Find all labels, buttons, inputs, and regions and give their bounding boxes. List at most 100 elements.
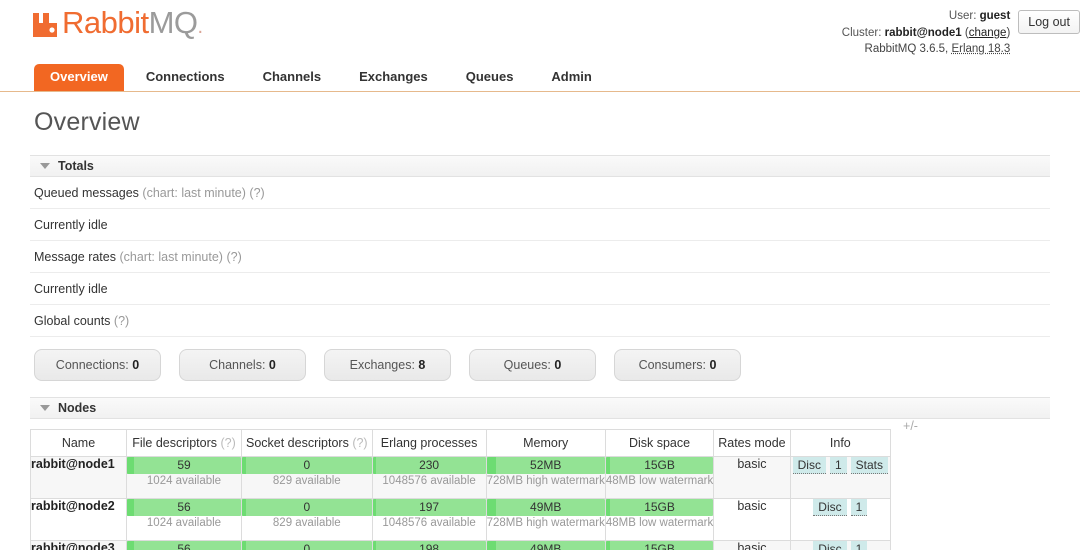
app-header: RabbitMQ. User: guest Cluster: rabbit@no… xyxy=(0,0,1080,62)
cell-file-descriptors: 56 1024 available xyxy=(126,498,242,541)
count-channels-value: 0 xyxy=(268,358,276,372)
tab-exchanges[interactable]: Exchanges xyxy=(343,64,444,91)
cluster-label: Cluster: xyxy=(841,26,882,39)
col-info-label: Info xyxy=(829,436,851,450)
logo-text-dot: . xyxy=(197,16,204,38)
info-badge-disc[interactable]: Disc xyxy=(813,499,847,516)
cell-rates-mode: basic xyxy=(713,456,791,499)
cell-rates-mode: basic xyxy=(713,540,791,550)
col-socket-descriptors[interactable]: Socket descriptors (?) xyxy=(241,429,373,457)
info-badge-disc[interactable]: Disc xyxy=(813,541,847,550)
cell-info: Disc 1 Stats xyxy=(789,456,892,499)
page-content: Overview Totals Queued messages (chart: … xyxy=(0,108,1080,550)
col-rates-mode-label: Rates mode xyxy=(718,436,786,450)
col-erlang-processes-label: Erlang processes xyxy=(380,436,478,450)
count-consumers[interactable]: Consumers: 0 xyxy=(614,349,741,381)
count-connections-value: 0 xyxy=(132,358,140,372)
logo-text-mq: MQ xyxy=(148,5,198,40)
count-exchanges-value: 8 xyxy=(418,358,426,372)
cluster-change-link[interactable]: change xyxy=(969,27,1007,39)
message-rates-help-icon[interactable]: (?) xyxy=(226,250,241,264)
count-exchanges-label: Exchanges: xyxy=(349,358,415,372)
table-row: rabbit@node3561024 available0829 availab… xyxy=(30,540,892,550)
disk-space-sub: 48MB low watermark xyxy=(605,475,714,487)
cluster-value: rabbit@node1 xyxy=(884,26,962,39)
node-name-cell[interactable]: rabbit@node1 xyxy=(30,456,127,499)
socket-descriptors-sub: 829 available xyxy=(272,475,341,487)
count-queues[interactable]: Queues: 0 xyxy=(469,349,596,381)
cell-socket-descriptors: 0829 available xyxy=(241,540,373,550)
nodes-section-title: Nodes xyxy=(58,401,97,415)
queued-messages-help-icon[interactable]: (?) xyxy=(249,186,264,200)
logo[interactable]: RabbitMQ. xyxy=(30,5,204,42)
info-badge-1[interactable]: 1 xyxy=(850,499,868,516)
info-badge-disc[interactable]: Disc xyxy=(792,457,826,474)
rabbitmq-version: RabbitMQ 3.6.5, xyxy=(864,43,952,55)
nodes-section-header[interactable]: Nodes xyxy=(30,397,1050,419)
erlang-processes-value: 197 xyxy=(419,500,440,514)
cell-memory: 52MB 728MB high watermark xyxy=(485,456,606,499)
col-name-label: Name xyxy=(61,436,96,450)
col-file-descriptors-label: File descriptors xyxy=(132,436,217,450)
col-disk-space[interactable]: Disk space xyxy=(604,429,715,457)
nodes-table-header-row: Name File descriptors (?) Socket descrip… xyxy=(30,429,892,457)
header-right: User: guest Cluster: rabbit@node1 (chang… xyxy=(842,8,1080,58)
cell-memory: 49MB 728MB high watermark xyxy=(485,498,606,541)
info-badge-1[interactable]: 1 xyxy=(829,457,847,474)
count-connections-label: Connections: xyxy=(55,358,129,372)
memory-gauge: 52MB xyxy=(486,457,605,474)
tab-queues[interactable]: Queues xyxy=(450,64,530,91)
tab-overview[interactable]: Overview xyxy=(34,64,124,91)
col-socket-descriptors-help-icon[interactable]: (?) xyxy=(352,436,367,450)
col-erlang-processes[interactable]: Erlang processes xyxy=(371,429,487,457)
count-connections[interactable]: Connections: 0 xyxy=(34,349,161,381)
file-descriptors-value: 59 xyxy=(177,458,191,472)
col-name[interactable]: Name xyxy=(30,429,127,457)
global-counts-row: Global counts (?) xyxy=(30,305,1050,337)
cell-file-descriptors: 561024 available xyxy=(126,540,242,550)
cluster-change-wrap: (change) xyxy=(964,26,1011,39)
logout-button[interactable]: Log out xyxy=(1018,10,1080,34)
file-descriptors-value: 56 xyxy=(177,500,191,514)
disk-space-gauge: 15GB xyxy=(605,499,714,516)
disk-space-gauge: 15GB xyxy=(605,457,714,474)
col-memory[interactable]: Memory xyxy=(485,429,606,457)
file-descriptors-gauge: 59 xyxy=(127,457,241,474)
disk-space-value: 15GB xyxy=(644,500,675,514)
file-descriptors-sub: 1024 available xyxy=(146,475,222,487)
info-badge-stats[interactable]: Stats xyxy=(850,457,889,474)
count-channels-label: Channels: xyxy=(209,358,266,372)
count-exchanges[interactable]: Exchanges: 8 xyxy=(324,349,451,381)
info-badge-1[interactable]: 1 xyxy=(850,541,868,550)
file-descriptors-value: 56 xyxy=(177,542,191,550)
cell-socket-descriptors: 0829 available xyxy=(241,498,373,541)
chevron-down-icon xyxy=(40,163,50,169)
node-name-cell[interactable]: rabbit@node3 xyxy=(30,540,127,550)
rabbitmq-logo-icon xyxy=(33,13,57,37)
col-file-descriptors-help-icon[interactable]: (?) xyxy=(220,436,235,450)
message-rates-chart-label: (chart: last minute) xyxy=(119,250,223,264)
cell-disk-space: 15GB 48MB low watermark xyxy=(604,456,715,499)
col-info[interactable]: Info xyxy=(789,429,892,457)
logo-text-rabbit: Rabbit xyxy=(62,5,149,40)
count-channels[interactable]: Channels: 0 xyxy=(179,349,306,381)
file-descriptors-gauge: 56 xyxy=(127,499,241,516)
global-counts-help-icon[interactable]: (?) xyxy=(114,314,129,328)
socket-descriptors-value: 0 xyxy=(303,500,311,514)
tab-admin[interactable]: Admin xyxy=(535,64,607,91)
count-queues-value: 0 xyxy=(554,358,562,372)
file-descriptors-sub: 1024 available xyxy=(146,517,222,529)
tab-channels[interactable]: Channels xyxy=(247,64,338,91)
node-name-cell[interactable]: rabbit@node2 xyxy=(30,498,127,541)
erlang-processes-sub: 1048576 available xyxy=(382,517,476,529)
logo-wordmark: RabbitMQ. xyxy=(62,5,204,42)
totals-section-header[interactable]: Totals xyxy=(30,155,1050,177)
socket-descriptors-value: 0 xyxy=(303,542,311,550)
col-socket-descriptors-label: Socket descriptors xyxy=(246,436,349,450)
tab-connections[interactable]: Connections xyxy=(130,64,241,91)
col-file-descriptors[interactable]: File descriptors (?) xyxy=(126,429,242,457)
cell-info: Disc 1 xyxy=(789,540,892,550)
col-rates-mode[interactable]: Rates mode xyxy=(713,429,791,457)
erlang-processes-sub: 1048576 available xyxy=(382,475,476,487)
columns-toggle-button[interactable]: +/- xyxy=(891,419,918,433)
